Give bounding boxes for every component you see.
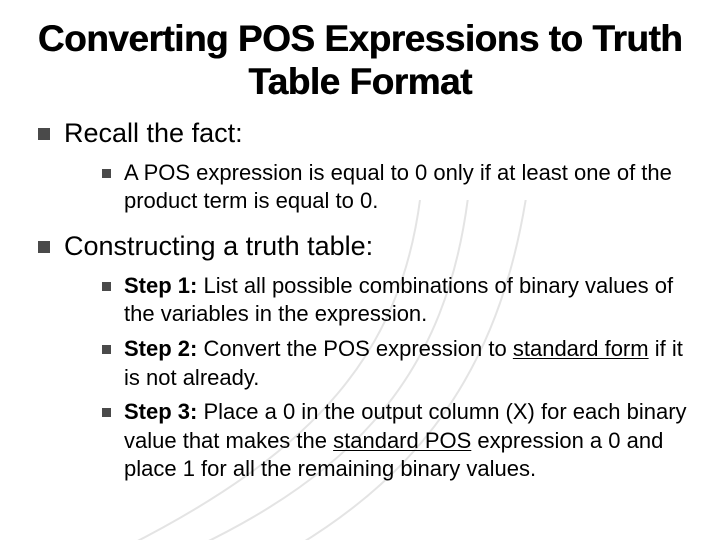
list-item: Step 3: Place a 0 in the output column (…	[102, 398, 700, 484]
item-text: Convert the POS expression to	[197, 336, 513, 361]
slide-title: Converting POS Expressions to Truth Tabl…	[20, 18, 700, 103]
list-item: A POS expression is equal to 0 only if a…	[102, 159, 700, 216]
underlined-text: standard form	[513, 336, 649, 361]
section-heading: Constructing a truth table:	[64, 231, 373, 261]
slide-content: Converting POS Expressions to Truth Tabl…	[0, 0, 720, 484]
section-heading: Recall the fact:	[64, 118, 243, 148]
main-list: Recall the fact: A POS expression is equ…	[20, 117, 700, 484]
list-item: Step 1: List all possible combinations o…	[102, 272, 700, 329]
section-recall: Recall the fact: A POS expression is equ…	[38, 117, 700, 216]
sub-list: Step 1: List all possible combinations o…	[64, 272, 700, 484]
underlined-text: standard POS	[333, 428, 471, 453]
step-label: Step 2:	[124, 336, 197, 361]
step-label: Step 1:	[124, 273, 197, 298]
item-text: A POS expression is equal to 0 only if a…	[124, 160, 672, 214]
sub-list: A POS expression is equal to 0 only if a…	[64, 159, 700, 216]
list-item: Step 2: Convert the POS expression to st…	[102, 335, 700, 392]
step-label: Step 3:	[124, 399, 197, 424]
item-text: List all possible combinations of binary…	[124, 273, 673, 327]
section-constructing: Constructing a truth table: Step 1: List…	[38, 230, 700, 484]
